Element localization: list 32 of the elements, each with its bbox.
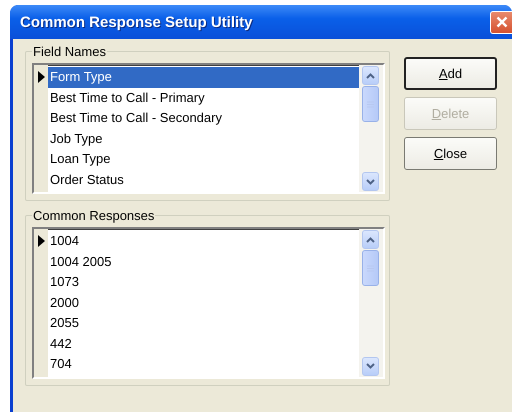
scroll-down-button[interactable] [362,172,379,191]
list-item[interactable]: Loan Type [48,149,359,170]
close-button[interactable] [490,10,512,34]
dialog-button[interactable]: Close [404,137,497,170]
group-label: Common Responses [32,208,156,223]
group-label: Field Names [32,44,107,59]
scroll-up-button[interactable] [362,230,379,249]
scroll-thumb[interactable] [362,250,379,286]
list-item[interactable]: 2055 [48,313,359,334]
close-icon [496,16,508,28]
list-item[interactable]: Form Type [48,67,359,88]
dialog-button[interactable]: Add [404,57,497,90]
scrollbar[interactable] [359,229,383,376]
scroll-up-button[interactable] [362,66,379,85]
list-item[interactable]: Job Type [48,128,359,149]
list-item[interactable]: 1004 2005 [48,252,359,272]
scroll-down-button[interactable] [362,356,379,376]
scroll-thumb[interactable] [362,86,379,122]
list-item[interactable]: Best Time to Call - Secondary [48,108,359,128]
scrollbar[interactable] [359,65,383,192]
list-item[interactable]: 2000 [48,292,359,313]
caret-down-icon [366,178,375,184]
caret-up-icon [366,236,375,242]
list-item[interactable]: 704 [48,354,359,374]
list-item[interactable]: 1004 [48,231,359,252]
list-item[interactable]: 1073 [48,272,359,292]
list-item[interactable]: Order Status [48,170,359,190]
list-item[interactable]: 442 [48,334,359,354]
caret-down-icon [366,363,375,369]
window-title: Common Response Setup Utility [20,14,253,30]
list-item[interactable]: Best Time to Call - Primary [48,88,359,108]
caret-up-icon [366,72,375,78]
